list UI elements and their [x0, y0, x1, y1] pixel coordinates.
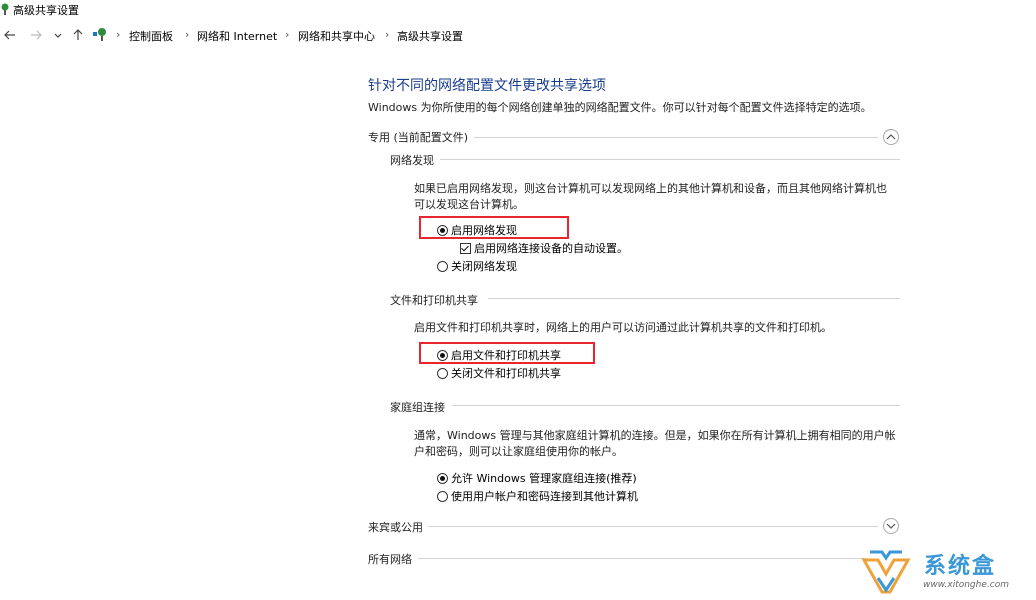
network-discovery-header: 网络发现	[390, 154, 434, 167]
breadcrumb-control-panel[interactable]: 控制面板	[129, 28, 173, 44]
homegroup-description-line1: 通常，Windows 管理与其他家庭组计算机的连接。但是，如果你在所有计算机上拥…	[414, 429, 896, 442]
divider	[418, 558, 868, 559]
breadcrumb-separator: ›	[116, 28, 121, 41]
radio-label: 启用文件和打印机共享	[451, 349, 561, 362]
radio-file-sharing-off[interactable]: 关闭文件和打印机共享	[437, 365, 561, 381]
breadcrumb-separator: ›	[385, 28, 390, 41]
profile-guest-header[interactable]: 来宾或公用	[368, 519, 423, 535]
watermark-url: www.xitonghe.com	[923, 580, 1009, 590]
window-title: 高级共享设置	[13, 4, 79, 17]
watermark: 系统盒 www.xitonghe.com	[860, 546, 1030, 600]
homegroup-header: 家庭组连接	[390, 401, 445, 414]
radio-file-sharing-on[interactable]: 启用文件和打印机共享	[437, 347, 561, 363]
checkbox-label: 启用网络连接设备的自动设置。	[474, 242, 628, 255]
radio-label: 使用用户帐户和密码连接到其他计算机	[451, 490, 638, 503]
radio-label: 关闭网络发现	[451, 260, 517, 273]
radio-label: 允许 Windows 管理家庭组连接(推荐)	[451, 472, 637, 485]
up-button[interactable]	[71, 28, 85, 42]
forward-button[interactable]	[29, 28, 43, 42]
network-discovery-description-line2: 可以发现这台计算机。	[414, 198, 524, 211]
profile-all-header[interactable]: 所有网络	[368, 551, 412, 567]
radio-button[interactable]	[437, 367, 448, 379]
radio-button[interactable]	[437, 224, 448, 236]
radio-button[interactable]	[437, 472, 448, 484]
arrow-right-icon	[31, 30, 42, 40]
divider	[440, 159, 900, 160]
expand-guest-button[interactable]	[883, 518, 899, 534]
breadcrumb-network-sharing-center[interactable]: 网络和共享中心	[298, 28, 375, 44]
radio-label: 启用网络发现	[451, 224, 517, 237]
divider	[428, 526, 878, 527]
breadcrumb-advanced-sharing[interactable]: 高级共享设置	[397, 28, 463, 44]
recent-locations-button[interactable]	[51, 29, 65, 43]
chevron-up-icon	[886, 134, 896, 140]
radio-network-discovery-on[interactable]: 启用网络发现	[437, 222, 517, 238]
radio-homegroup-windows[interactable]: 允许 Windows 管理家庭组连接(推荐)	[437, 470, 637, 486]
checkbox-auto-setup[interactable]: 启用网络连接设备的自动设置。	[460, 240, 628, 256]
divider	[488, 298, 900, 299]
page-description: Windows 为你所使用的每个网络创建单独的网络配置文件。你可以针对每个配置文…	[368, 101, 872, 114]
network-icon	[1, 3, 9, 15]
network-discovery-description-line1: 如果已启用网络发现，则这台计算机可以发现网络上的其他计算机和设备，而且其他网络计…	[414, 182, 887, 195]
divider	[452, 405, 900, 406]
page-title: 针对不同的网络配置文件更改共享选项	[368, 78, 606, 94]
chevron-down-icon	[54, 33, 62, 38]
watermark-logo-icon	[861, 550, 911, 594]
network-location-icon	[93, 28, 106, 41]
radio-button[interactable]	[437, 349, 448, 361]
radio-homegroup-user[interactable]: 使用用户帐户和密码连接到其他计算机	[437, 488, 638, 504]
collapse-private-button[interactable]	[883, 129, 899, 145]
radio-button[interactable]	[437, 260, 448, 272]
file-printer-sharing-description: 启用文件和打印机共享时，网络上的用户可以访问通过此计算机共享的文件和打印机。	[414, 321, 832, 334]
arrow-up-icon	[73, 29, 83, 40]
file-printer-sharing-header: 文件和打印机共享	[390, 294, 478, 307]
homegroup-description-line2: 户和密码，则可以让家庭组使用你的帐户。	[414, 445, 623, 458]
divider	[474, 137, 878, 138]
arrow-left-icon	[4, 30, 15, 40]
chevron-down-icon	[886, 523, 896, 529]
radio-network-discovery-off[interactable]: 关闭网络发现	[437, 258, 517, 274]
back-button[interactable]	[3, 28, 17, 42]
breadcrumb-network-internet[interactable]: 网络和 Internet	[197, 28, 277, 44]
radio-button[interactable]	[437, 490, 448, 502]
watermark-name: 系统盒	[924, 554, 997, 579]
breadcrumb-separator: ›	[285, 28, 290, 41]
breadcrumb-separator: ›	[185, 28, 190, 41]
radio-label: 关闭文件和打印机共享	[451, 367, 561, 380]
profile-private-header[interactable]: 专用 (当前配置文件)	[368, 129, 468, 145]
checkbox[interactable]	[460, 242, 471, 254]
